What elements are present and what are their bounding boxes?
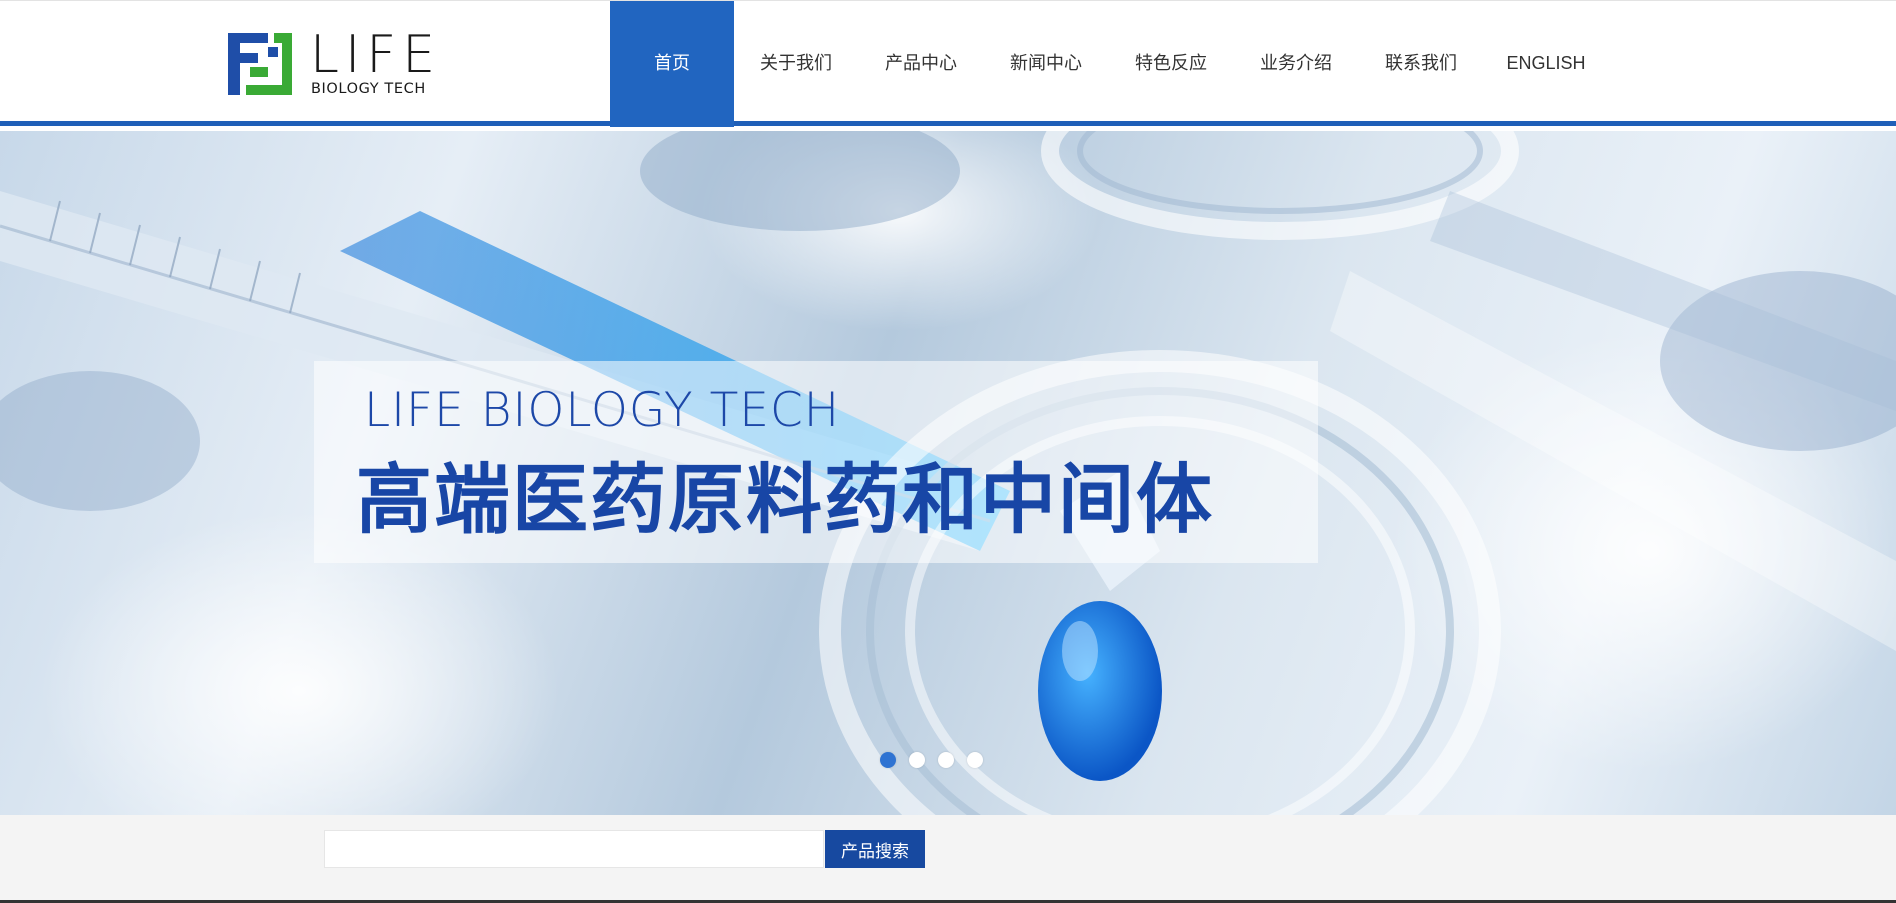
nav-item-home[interactable]: 首页 <box>610 1 734 127</box>
nav-item-reactions[interactable]: 特色反应 <box>1108 1 1234 127</box>
site-header: LIFE BIOLOGY TECH 首页 关于我们 产品中心 新闻中心 特色反应… <box>0 0 1896 127</box>
slider-dot-3[interactable] <box>938 752 954 768</box>
logo-mark-icon <box>228 33 292 95</box>
banner-caption: LIFE BIOLOGY TECH 高端医药原料药和中间体 <box>314 361 1318 563</box>
site-logo[interactable]: LIFE BIOLOGY TECH <box>228 27 435 97</box>
hero-banner[interactable]: LIFE BIOLOGY TECH 高端医药原料药和中间体 <box>0 131 1896 815</box>
slider-dots <box>880 752 983 768</box>
nav-item-about[interactable]: 关于我们 <box>734 1 858 127</box>
slider-dot-1[interactable] <box>880 752 896 768</box>
logo-subtitle: BIOLOGY TECH <box>311 81 426 97</box>
slider-dot-2[interactable] <box>909 752 925 768</box>
main-nav: 首页 关于我们 产品中心 新闻中心 特色反应 业务介绍 联系我们 ENGLISH <box>610 1 1608 127</box>
banner-caption-english: LIFE BIOLOGY TECH <box>364 383 841 438</box>
slider-dot-4[interactable] <box>967 752 983 768</box>
logo-title: LIFE <box>310 25 442 85</box>
nav-item-contact[interactable]: 联系我们 <box>1358 1 1484 127</box>
product-search-button[interactable]: 产品搜索 <box>825 830 925 868</box>
nav-item-english[interactable]: ENGLISH <box>1484 1 1608 127</box>
banner-caption-chinese: 高端医药原料药和中间体 <box>356 455 1214 544</box>
nav-item-news[interactable]: 新闻中心 <box>984 1 1108 127</box>
nav-item-business[interactable]: 业务介绍 <box>1234 1 1358 127</box>
product-search-input[interactable] <box>324 830 824 868</box>
nav-item-products[interactable]: 产品中心 <box>858 1 984 127</box>
product-search-bar: 产品搜索 <box>0 815 1896 903</box>
